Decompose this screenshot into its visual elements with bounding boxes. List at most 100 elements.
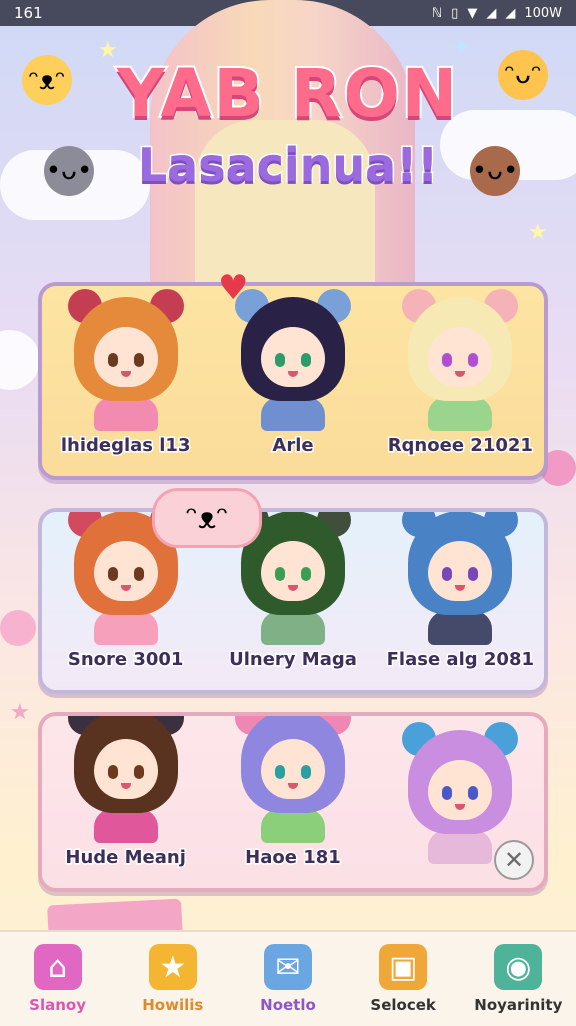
character-card[interactable]: Arle (218, 289, 368, 458)
character-mouth (120, 585, 131, 591)
character-row: lhideglas l13 Arle Rqnoee 21021 (42, 286, 544, 476)
character-eye (442, 567, 453, 581)
character-mouth (455, 585, 466, 591)
character-face (428, 327, 493, 387)
character-mouth (455, 804, 466, 810)
character-face (93, 739, 158, 799)
character-outfit (93, 809, 158, 843)
vibrate-icon: ▯ (451, 5, 459, 21)
bottom-navigation: ⌂ Slanoy ★ Howilis ✉ Noetlo ▣ Selocek ◉ Noyarinit… (0, 930, 576, 1026)
nav-item-location[interactable]: ◉ Noyarinity (463, 944, 573, 1014)
character-portrait (402, 289, 519, 401)
character-outfit (260, 611, 325, 645)
sparkle-icon: ★ (528, 220, 548, 245)
speech-bubble-chick-icon: ᵔᴥᵔ (152, 488, 262, 548)
character-outfit (428, 611, 493, 645)
character-outfit (428, 830, 493, 864)
house-icon: ⌂ (33, 944, 82, 990)
character-face (93, 541, 158, 601)
character-portrait (402, 722, 519, 834)
nav-label: Noetlo (260, 996, 316, 1014)
close-icon: ✕ (503, 846, 525, 874)
character-card[interactable]: Rqnoee 21021 (385, 289, 535, 458)
location-icon: ◉ (494, 944, 543, 990)
character-name: Hude Meanj (64, 846, 187, 870)
character-name: Flase alg 2081 (385, 648, 535, 672)
status-icons: ℕ ▯ ▼ ◢ ◢ 100W (432, 6, 562, 21)
character-face (260, 739, 325, 799)
character-eye (133, 765, 144, 779)
character-eye (133, 353, 144, 367)
character-card[interactable]: Hude Meanj (51, 716, 201, 870)
status-time: 161 (14, 4, 43, 22)
character-panel-3: Hude Meanj Haoe 181 (38, 712, 548, 892)
character-eye (274, 353, 285, 367)
character-outfit (93, 611, 158, 645)
character-face (428, 541, 493, 601)
character-portrait (402, 512, 519, 615)
character-face (260, 327, 325, 387)
character-name: Snore 3001 (66, 648, 185, 672)
nav-item-house[interactable]: ⌂ Slanoy (3, 944, 113, 1014)
character-eye (133, 567, 144, 581)
nav-item-chat[interactable]: ✉ Noetlo (233, 944, 343, 1014)
signal-icon: ◢ (486, 5, 497, 21)
character-eye (300, 567, 311, 581)
character-mouth (120, 371, 131, 377)
character-name: Arle (271, 434, 315, 458)
nfc-icon: ℕ (431, 5, 443, 21)
nav-label: Noyarinity (474, 996, 563, 1014)
close-button[interactable]: ✕ (494, 840, 534, 880)
character-eye (300, 765, 311, 779)
character-eye (442, 786, 453, 800)
character-eye (442, 353, 453, 367)
character-eye (468, 786, 479, 800)
character-name: lhideglas l13 (59, 434, 192, 458)
character-outfit (428, 397, 493, 431)
character-eye (274, 567, 285, 581)
character-portrait (234, 716, 351, 813)
cotton-candy-icon (0, 610, 36, 646)
nav-label: Howilis (142, 996, 204, 1014)
character-face (93, 327, 158, 387)
character-portrait (234, 289, 351, 401)
frame-icon: ▣ (379, 944, 428, 990)
character-eye (107, 567, 118, 581)
signal-icon: ◢ (505, 5, 516, 21)
character-mouth (287, 371, 298, 377)
character-outfit (260, 809, 325, 843)
character-mouth (287, 585, 298, 591)
sparkle-icon: ★ (10, 700, 30, 725)
character-eye (468, 567, 479, 581)
wifi-icon: ▼ (467, 5, 478, 21)
star-icon: ★ (148, 944, 197, 990)
character-card[interactable]: Haoe 181 (218, 716, 368, 870)
character-mouth (455, 371, 466, 377)
character-row: Hude Meanj Haoe 181 (42, 716, 544, 888)
character-panel-2: Snore 3001 Ulnery Maga Flase alg 2081 (38, 508, 548, 694)
character-eye (300, 353, 311, 367)
battery-text: 100W (524, 5, 562, 21)
character-eye (468, 353, 479, 367)
character-row: Snore 3001 Ulnery Maga Flase alg 2081 (42, 512, 544, 690)
character-card[interactable]: lhideglas l13 (51, 289, 201, 458)
character-eye (274, 765, 285, 779)
character-name: Rqnoee 21021 (386, 434, 534, 458)
character-portrait (67, 289, 184, 401)
character-card[interactable]: Flase alg 2081 (385, 512, 536, 672)
character-mouth (120, 783, 131, 789)
character-name: Ulnery Maga (228, 648, 359, 672)
chat-icon: ✉ (263, 944, 312, 990)
character-outfit (93, 397, 158, 431)
heart-icon: ♥ (218, 268, 249, 308)
nav-item-star[interactable]: ★ Howilis (118, 944, 228, 1014)
character-name: Haoe 181 (244, 846, 343, 870)
character-eye (107, 765, 118, 779)
character-outfit (260, 397, 325, 431)
character-panel-1: lhideglas l13 Arle Rqnoee 21021 (38, 282, 548, 480)
cloud (0, 330, 40, 390)
character-mouth (287, 783, 298, 789)
nav-label: Slanoy (29, 996, 87, 1014)
game-title: YAB RON (115, 53, 459, 134)
nav-item-frame[interactable]: ▣ Selocek (348, 944, 458, 1014)
